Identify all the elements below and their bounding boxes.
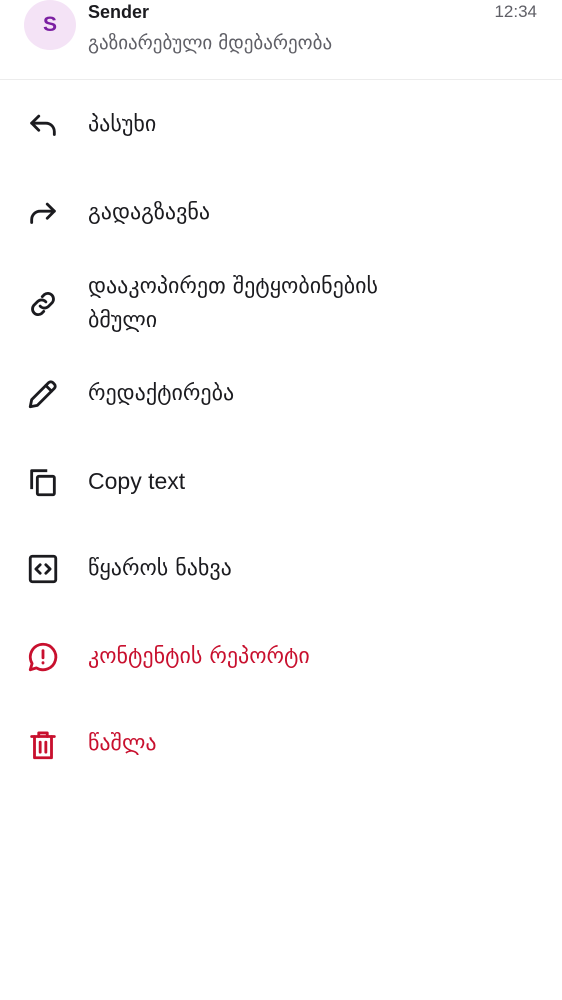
menu-item-copy-link[interactable]: დააკოპირეთ შეტყობინების ბმული [0, 270, 562, 340]
code-icon [26, 552, 60, 586]
link-icon [26, 287, 60, 321]
avatar: S [24, 0, 76, 50]
menu-item-edit[interactable]: რედაქტირება [0, 377, 562, 413]
menu-item-view-source[interactable]: წყაროს ნახვა [0, 552, 562, 588]
menu-item-label-line1: დააკოპირეთ შეტყობინების [88, 274, 379, 299]
menu-item-label: Copy text [88, 468, 186, 494]
menu-item-copy-text[interactable]: Copy text [0, 464, 562, 500]
report-icon [26, 640, 60, 674]
menu-item-label-line2: ბმული [88, 308, 158, 333]
menu-item-reply[interactable]: პასუხი [0, 108, 562, 144]
menu-item-label: კონტენტის რეპორტი [88, 644, 310, 669]
menu-item-label: წაშლა [88, 731, 157, 756]
menu-item-forward[interactable]: გადაგზავნა [0, 196, 562, 232]
pencil-icon [26, 377, 60, 411]
forward-icon [26, 197, 60, 231]
message-time: 12:34 [494, 2, 537, 21]
menu-item-delete[interactable]: წაშლა [0, 727, 562, 763]
menu-item-report-content[interactable]: კონტენტის რეპორტი [0, 640, 562, 676]
sender-name: Sender [88, 2, 150, 22]
trash-icon [26, 728, 60, 762]
reply-icon [26, 109, 60, 143]
message-header: S Sender გაზიარებული მდებარეობა 12:34 [0, 0, 562, 80]
menu-item-label: რედაქტირება [88, 381, 235, 406]
copy-icon [26, 465, 60, 499]
message-preview: გაზიარებული მდებარეობა [88, 32, 333, 54]
menu-item-label: გადაგზავნა [88, 200, 211, 225]
menu-item-label: პასუხი [88, 112, 157, 137]
menu-item-label: წყაროს ნახვა [88, 556, 232, 581]
